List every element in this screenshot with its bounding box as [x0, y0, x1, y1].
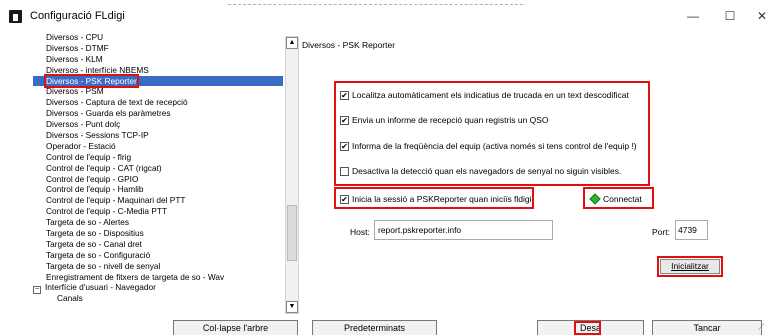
highlight-box-save [574, 321, 601, 335]
option-report-frequency[interactable]: ✔ Informa de la freqüència del equip (ac… [340, 140, 637, 152]
tree-item-label: Diversos - DTMF [46, 42, 109, 53]
tree-item-label: Control de l'equip - Maquinari del PTT [46, 195, 186, 206]
tree-item-label: Diversos - Punt dolç [46, 119, 121, 130]
tree-item-label: Targeta de so - nivell de senyal [46, 260, 161, 271]
settings-tree[interactable]: Diversos - CPU Diversos - DTMF Diversos - … [33, 32, 283, 312]
option-label: Inicia la sessió a PSKReporter quan inic… [352, 194, 532, 204]
tree-item[interactable]: Control de l'equip - C-Media PTT [33, 206, 283, 217]
tree-item[interactable]: Diversos - PSM [33, 86, 283, 97]
tree-item-label: Diversos - Guarda els paràmetres [46, 108, 171, 119]
tree-item-selected[interactable]: Diversos - PSK Reporter [33, 73, 283, 88]
tree-item[interactable]: Control de l'equip - GPIO [33, 174, 283, 185]
option-label: Envia un informe de recepció quan regist… [352, 115, 549, 125]
tree-item[interactable]: Operador - Estació [33, 141, 283, 152]
tree-item-label: Diversos - PSK Reporter [44, 73, 139, 88]
tree-item[interactable]: − Interfície d'usuari - Navegador [33, 282, 283, 295]
tree-item[interactable]: Diversos - DTMF [33, 43, 283, 54]
scroll-down-icon[interactable]: ▼ [286, 301, 298, 313]
option-label: Localitza automàticament els indicatius … [352, 90, 629, 100]
tree-item[interactable]: Control de l'equip - CAT (rigcat) [33, 163, 283, 174]
option-label: Informa de la freqüència del equip (acti… [352, 141, 637, 151]
port-label: Port: [652, 227, 670, 237]
tree-item[interactable]: Canals [33, 293, 283, 304]
dashed-divider [228, 4, 523, 5]
tree-item-label: Canals [57, 293, 83, 304]
tree-item-label: Interfície d'usuari - Navegador [45, 282, 156, 293]
port-input[interactable]: 4739 [675, 220, 708, 240]
maximize-icon[interactable]: ☐ [720, 6, 740, 26]
tree-item[interactable]: Diversos - Guarda els paràmetres [33, 108, 283, 119]
connection-status: Connectat [589, 193, 642, 205]
tree-scrollbar[interactable]: ▲ ▼ [285, 36, 299, 314]
tree-item[interactable]: Diversos - CPU [33, 32, 283, 43]
window-title: Configuració FLdigi [30, 10, 125, 22]
app-icon [9, 10, 22, 23]
option-label: Desactiva la detecció quan els navegador… [352, 166, 622, 176]
tree-item-label: Control de l'equip - CAT (rigcat) [46, 162, 162, 173]
status-label: Connectat [603, 194, 642, 204]
option-send-report[interactable]: ✔ Envia un informe de recepció quan regi… [340, 114, 549, 126]
tree-item-label: Targeta de so - Configuració [46, 249, 151, 260]
option-login-pskreporter[interactable]: ✔ Inicia la sessió a PSKReporter quan in… [340, 193, 532, 205]
tree-item[interactable]: Diversos - Captura de text de recepció [33, 97, 283, 108]
tree-item-label: Control de l'equip - flrig [46, 151, 132, 162]
tree-item-label: Control de l'equip - Hamlib [46, 184, 144, 195]
tree-item[interactable]: Enregistrament de fitxers de targeta de … [33, 272, 283, 283]
tree-item-label: Diversos - PSM [46, 86, 104, 97]
tree-item-label: Diversos - Captura de text de recepció [46, 97, 188, 108]
defaults-button[interactable]: Predeterminats [312, 320, 437, 335]
minimize-icon[interactable]: — [683, 6, 703, 26]
tree-item-label: Targeta de so - Canal dret [46, 238, 142, 249]
close-icon[interactable]: ✕ [752, 6, 772, 26]
resize-grip-icon[interactable]: ⟋ [758, 322, 768, 332]
tree-item-label: Diversos - interfície NBEMS [46, 64, 149, 75]
panel-title: Diversos - PSK Reporter [302, 40, 396, 50]
scroll-up-icon[interactable]: ▲ [286, 37, 298, 49]
checkbox[interactable]: ✔ [340, 90, 349, 100]
checkbox[interactable]: ✔ [340, 194, 349, 204]
scroll-thumb[interactable] [287, 205, 297, 261]
tree-item[interactable]: Diversos - interfície NBEMS [33, 65, 283, 76]
option-disable-detection[interactable]: Desactiva la detecció quan els navegador… [340, 165, 621, 177]
tree-item-label: Diversos - KLM [46, 53, 103, 64]
tree-item-label: Enregistrament de fitxers de targeta de … [46, 271, 225, 282]
tree-item-label: Diversos - CPU [46, 32, 104, 42]
tree-item[interactable]: Control de l'equip - Hamlib [33, 184, 283, 195]
close-button[interactable]: Tancar [652, 320, 762, 335]
tree-item-label: Diversos - Sessions TCP-IP [46, 130, 149, 141]
status-diamond-icon [589, 193, 601, 205]
checkbox[interactable]: ✔ [340, 141, 349, 151]
tree-item[interactable]: Targeta de so - Dispositius [33, 228, 283, 239]
tree-item[interactable]: Targeta de so - Alertes [33, 217, 283, 228]
tree-item[interactable]: Targeta de so - nivell de senyal [33, 261, 283, 272]
tree-item[interactable]: Diversos - KLM [33, 54, 283, 65]
tree-item[interactable]: Targeta de so - Canal dret [33, 239, 283, 250]
tree-item-label: Targeta de so - Alertes [46, 217, 130, 228]
tree-item-label: Control de l'equip - GPIO [46, 173, 139, 184]
tree-item[interactable]: Diversos - Sessions TCP-IP [33, 130, 283, 141]
tree-item-label: Targeta de so - Dispositius [46, 228, 144, 239]
option-auto-callsign[interactable]: ✔ Localitza automàticament els indicatiu… [340, 89, 629, 101]
checkbox[interactable] [340, 166, 349, 176]
host-label: Host: [350, 227, 370, 237]
checkbox[interactable]: ✔ [340, 115, 349, 125]
tree-item[interactable]: Control de l'equip - Maquinari del PTT [33, 195, 283, 206]
tree-item[interactable]: Control de l'equip - flrig [33, 152, 283, 163]
collapse-icon[interactable]: − [33, 286, 41, 295]
tree-item-label: Operador - Estació [46, 140, 116, 151]
tree-item[interactable]: Diversos - Punt dolç [33, 119, 283, 130]
host-input[interactable]: report.pskreporter.info [374, 220, 553, 240]
initialize-button[interactable]: Inicialitzar [660, 259, 720, 274]
tree-item[interactable]: Targeta de so - Configuració [33, 250, 283, 261]
tree-item-label: Control de l'equip - C-Media PTT [46, 206, 168, 217]
collapse-tree-button[interactable]: Col·lapse l'arbre [173, 320, 298, 335]
